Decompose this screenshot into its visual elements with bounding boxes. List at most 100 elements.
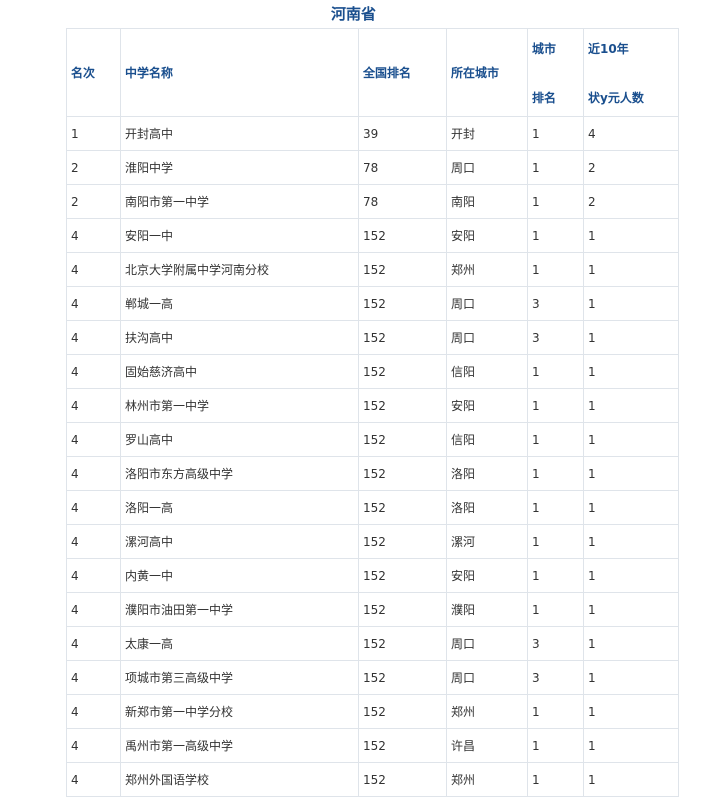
cell-count: 1 <box>583 252 679 287</box>
cell-national-rank: 152 <box>358 320 447 355</box>
cell-rank: 4 <box>66 320 121 355</box>
cell-national-rank: 152 <box>358 694 447 729</box>
cell-city-rank: 1 <box>527 558 584 593</box>
table-row: 4 禹州市第一高级中学 152 许昌 1 1 <box>66 728 679 763</box>
cell-count: 1 <box>583 354 679 389</box>
cell-city-rank: 3 <box>527 286 584 321</box>
cell-rank: 4 <box>66 626 121 661</box>
cell-rank: 4 <box>66 558 121 593</box>
cell-city: 许昌 <box>446 728 528 763</box>
cell-city-rank: 1 <box>527 388 584 423</box>
cell-city: 周口 <box>446 286 528 321</box>
cell-national-rank: 152 <box>358 558 447 593</box>
cell-rank: 4 <box>66 524 121 559</box>
cell-national-rank: 152 <box>358 490 447 525</box>
table-row: 4 林州市第一中学 152 安阳 1 1 <box>66 388 679 423</box>
cell-city: 周口 <box>446 320 528 355</box>
table-row: 4 郸城一高 152 周口 3 1 <box>66 286 679 321</box>
cell-school: 淮阳中学 <box>120 150 359 185</box>
table-row: 4 濮阳市油田第一中学 152 濮阳 1 1 <box>66 592 679 627</box>
cell-city-rank: 3 <box>527 626 584 661</box>
cell-city: 安阳 <box>446 558 528 593</box>
cell-national-rank: 152 <box>358 422 447 457</box>
cell-rank: 4 <box>66 660 121 695</box>
cell-national-rank: 152 <box>358 762 447 797</box>
cell-city-rank: 3 <box>527 660 584 695</box>
table-row: 4 洛阳一高 152 洛阳 1 1 <box>66 490 679 525</box>
cell-school: 郑州外国语学校 <box>120 762 359 797</box>
cell-school: 扶沟高中 <box>120 320 359 355</box>
header-count: 近10年 状y元人数 <box>583 28 679 117</box>
cell-city-rank: 1 <box>527 728 584 763</box>
cell-city-rank: 1 <box>527 218 584 253</box>
cell-rank: 4 <box>66 422 121 457</box>
cell-school: 安阳一中 <box>120 218 359 253</box>
cell-national-rank: 152 <box>358 218 447 253</box>
cell-city: 濮阳 <box>446 592 528 627</box>
header-school: 中学名称 <box>120 28 359 117</box>
header-city-rank: 城市 排名 <box>527 28 584 117</box>
cell-national-rank: 78 <box>358 184 447 219</box>
cell-city-rank: 1 <box>527 694 584 729</box>
cell-national-rank: 152 <box>358 354 447 389</box>
cell-city: 周口 <box>446 626 528 661</box>
cell-city-rank: 1 <box>527 116 584 151</box>
cell-school: 新郑市第一中学分校 <box>120 694 359 729</box>
cell-count: 1 <box>583 762 679 797</box>
cell-count: 1 <box>583 660 679 695</box>
cell-rank: 4 <box>66 728 121 763</box>
cell-city: 周口 <box>446 150 528 185</box>
cell-national-rank: 152 <box>358 626 447 661</box>
cell-national-rank: 152 <box>358 286 447 321</box>
cell-city: 洛阳 <box>446 490 528 525</box>
cell-count: 1 <box>583 592 679 627</box>
cell-city: 安阳 <box>446 388 528 423</box>
cell-rank: 4 <box>66 252 121 287</box>
table-caption: 河南省 <box>330 5 376 23</box>
cell-city: 郑州 <box>446 694 528 729</box>
cell-count: 1 <box>583 728 679 763</box>
cell-count: 1 <box>583 558 679 593</box>
cell-rank: 4 <box>66 388 121 423</box>
cell-national-rank: 152 <box>358 728 447 763</box>
cell-city: 郑州 <box>446 762 528 797</box>
cell-national-rank: 152 <box>358 660 447 695</box>
cell-city-rank: 1 <box>527 762 584 797</box>
cell-school: 漯河高中 <box>120 524 359 559</box>
cell-city: 开封 <box>446 116 528 151</box>
cell-national-rank: 152 <box>358 456 447 491</box>
cell-rank: 4 <box>66 490 121 525</box>
table-row: 4 郑州外国语学校 152 郑州 1 1 <box>66 762 679 797</box>
cell-school: 开封高中 <box>120 116 359 151</box>
table-row: 4 太康一高 152 周口 3 1 <box>66 626 679 661</box>
table-row: 4 北京大学附属中学河南分校 152 郑州 1 1 <box>66 252 679 287</box>
cell-city-rank: 1 <box>527 150 584 185</box>
cell-rank: 2 <box>66 150 121 185</box>
cell-national-rank: 152 <box>358 252 447 287</box>
table-row: 4 项城市第三高级中学 152 周口 3 1 <box>66 660 679 695</box>
cell-city-rank: 1 <box>527 592 584 627</box>
cell-count: 1 <box>583 422 679 457</box>
cell-school: 禹州市第一高级中学 <box>120 728 359 763</box>
header-city-rank-line2: 排名 <box>532 90 557 105</box>
cell-city: 洛阳 <box>446 456 528 491</box>
cell-rank: 4 <box>66 592 121 627</box>
table-row: 1 开封高中 39 开封 1 4 <box>66 116 679 151</box>
cell-count: 1 <box>583 388 679 423</box>
cell-count: 1 <box>583 694 679 729</box>
cell-rank: 4 <box>66 762 121 797</box>
header-count-line1: 近10年 <box>588 41 629 56</box>
cell-city-rank: 1 <box>527 456 584 491</box>
header-city: 所在城市 <box>446 28 528 117</box>
cell-school: 郸城一高 <box>120 286 359 321</box>
cell-count: 2 <box>583 184 679 219</box>
table-row: 4 安阳一中 152 安阳 1 1 <box>66 218 679 253</box>
cell-school: 固始慈济高中 <box>120 354 359 389</box>
cell-count: 1 <box>583 524 679 559</box>
cell-school: 洛阳市东方高级中学 <box>120 456 359 491</box>
cell-school: 林州市第一中学 <box>120 388 359 423</box>
cell-city: 安阳 <box>446 218 528 253</box>
table-row: 4 新郑市第一中学分校 152 郑州 1 1 <box>66 694 679 729</box>
cell-city: 漯河 <box>446 524 528 559</box>
cell-school: 太康一高 <box>120 626 359 661</box>
